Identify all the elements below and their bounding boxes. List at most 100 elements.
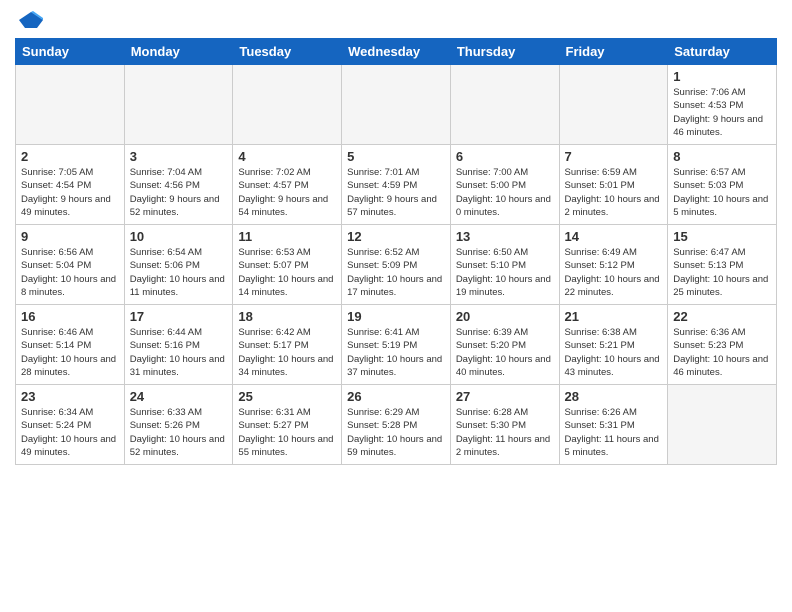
- calendar-week-row: 23 Sunrise: 6:34 AM Sunset: 5:24 PM Dayli…: [16, 385, 777, 465]
- day-number: 15: [673, 229, 771, 244]
- calendar-week-row: 9 Sunrise: 6:56 AM Sunset: 5:04 PM Daylig…: [16, 225, 777, 305]
- table-row: 9 Sunrise: 6:56 AM Sunset: 5:04 PM Daylig…: [16, 225, 125, 305]
- table-row: 12 Sunrise: 6:52 AM Sunset: 5:09 PM Dayli…: [342, 225, 451, 305]
- table-row: 8Sunrise: 6:57 AM Sunset: 5:03 PM Daylig…: [668, 145, 777, 225]
- calendar-container: Sunday Monday Tuesday Wednesday Thursday…: [0, 0, 792, 475]
- day-number: 19: [347, 309, 445, 324]
- day-number: 2: [21, 149, 119, 164]
- table-row: 19 Sunrise: 6:41 AM Sunset: 5:19 PM Dayli…: [342, 305, 451, 385]
- table-row: 11 Sunrise: 6:53 AM Sunset: 5:07 PM Dayli…: [233, 225, 342, 305]
- col-sunday: Sunday: [16, 39, 125, 65]
- day-number: 5: [347, 149, 445, 164]
- table-row: 26 Sunrise: 6:29 AM Sunset: 5:28 PM Dayli…: [342, 385, 451, 465]
- day-number: 11: [238, 229, 336, 244]
- col-saturday: Saturday: [668, 39, 777, 65]
- day-number: 17: [130, 309, 228, 324]
- day-number: 10: [130, 229, 228, 244]
- day-number: 16: [21, 309, 119, 324]
- table-row: 16 Sunrise: 6:46 AM Sunset: 5:14 PM Dayli…: [16, 305, 125, 385]
- calendar-week-row: 2 Sunrise: 7:05 AM Sunset: 4:54 PM Daylig…: [16, 145, 777, 225]
- day-number: 8: [673, 149, 771, 164]
- day-info: Sunrise: 7:02 AM Sunset: 4:57 PM Dayligh…: [238, 166, 336, 219]
- day-info: Sunrise: 6:46 AM Sunset: 5:14 PM Dayligh…: [21, 326, 119, 379]
- day-info: Sunrise: 6:34 AM Sunset: 5:24 PM Dayligh…: [21, 406, 119, 459]
- col-wednesday: Wednesday: [342, 39, 451, 65]
- day-info: Sunrise: 6:59 AM Sunset: 5:01 PM Dayligh…: [565, 166, 663, 219]
- day-info: Sunrise: 7:05 AM Sunset: 4:54 PM Dayligh…: [21, 166, 119, 219]
- day-info: Sunrise: 6:41 AM Sunset: 5:19 PM Dayligh…: [347, 326, 445, 379]
- table-row: 17 Sunrise: 6:44 AM Sunset: 5:16 PM Dayli…: [124, 305, 233, 385]
- col-friday: Friday: [559, 39, 668, 65]
- day-number: 27: [456, 389, 554, 404]
- day-number: 1: [673, 69, 771, 84]
- table-row: 1 Sunrise: 7:06 AM Sunset: 4:53 PM Daylig…: [668, 65, 777, 145]
- table-row: 15 Sunrise: 6:47 AM Sunset: 5:13 PM Dayli…: [668, 225, 777, 305]
- day-number: 28: [565, 389, 663, 404]
- table-row: 7 Sunrise: 6:59 AM Sunset: 5:01 PM Daylig…: [559, 145, 668, 225]
- table-row: 14 Sunrise: 6:49 AM Sunset: 5:12 PM Dayli…: [559, 225, 668, 305]
- col-monday: Monday: [124, 39, 233, 65]
- day-info: Sunrise: 6:49 AM Sunset: 5:12 PM Dayligh…: [565, 246, 663, 299]
- table-row: 2 Sunrise: 7:05 AM Sunset: 4:54 PM Daylig…: [16, 145, 125, 225]
- table-row: 24 Sunrise: 6:33 AM Sunset: 5:26 PM Dayli…: [124, 385, 233, 465]
- day-info: Sunrise: 6:36 AM Sunset: 5:23 PM Dayligh…: [673, 326, 771, 379]
- calendar-table: Sunday Monday Tuesday Wednesday Thursday…: [15, 38, 777, 465]
- day-info: Sunrise: 6:38 AM Sunset: 5:21 PM Dayligh…: [565, 326, 663, 379]
- table-row: 25 Sunrise: 6:31 AM Sunset: 5:27 PM Dayli…: [233, 385, 342, 465]
- day-info: Sunrise: 7:06 AM Sunset: 4:53 PM Dayligh…: [673, 86, 771, 139]
- table-row: 6Sunrise: 7:00 AM Sunset: 5:00 PM Daylig…: [450, 145, 559, 225]
- table-row: 23 Sunrise: 6:34 AM Sunset: 5:24 PM Dayli…: [16, 385, 125, 465]
- day-info: Sunrise: 6:31 AM Sunset: 5:27 PM Dayligh…: [238, 406, 336, 459]
- table-row: 4 Sunrise: 7:02 AM Sunset: 4:57 PM Daylig…: [233, 145, 342, 225]
- day-info: Sunrise: 6:53 AM Sunset: 5:07 PM Dayligh…: [238, 246, 336, 299]
- day-number: 7: [565, 149, 663, 164]
- day-info: Sunrise: 6:47 AM Sunset: 5:13 PM Dayligh…: [673, 246, 771, 299]
- day-info: Sunrise: 6:42 AM Sunset: 5:17 PM Dayligh…: [238, 326, 336, 379]
- table-row: 10 Sunrise: 6:54 AM Sunset: 5:06 PM Dayli…: [124, 225, 233, 305]
- day-number: 18: [238, 309, 336, 324]
- day-number: 26: [347, 389, 445, 404]
- table-row: 20 Sunrise: 6:39 AM Sunset: 5:20 PM Dayli…: [450, 305, 559, 385]
- col-tuesday: Tuesday: [233, 39, 342, 65]
- calendar-week-row: 16 Sunrise: 6:46 AM Sunset: 5:14 PM Dayli…: [16, 305, 777, 385]
- day-number: 23: [21, 389, 119, 404]
- day-info: Sunrise: 6:52 AM Sunset: 5:09 PM Dayligh…: [347, 246, 445, 299]
- day-number: 12: [347, 229, 445, 244]
- day-number: 24: [130, 389, 228, 404]
- calendar-week-row: 1 Sunrise: 7:06 AM Sunset: 4:53 PM Daylig…: [16, 65, 777, 145]
- day-info: Sunrise: 6:39 AM Sunset: 5:20 PM Dayligh…: [456, 326, 554, 379]
- table-row: 27 Sunrise: 6:28 AM Sunset: 5:30 PM Dayli…: [450, 385, 559, 465]
- day-info: Sunrise: 7:00 AM Sunset: 5:00 PM Dayligh…: [456, 166, 554, 219]
- calendar-header-row: Sunday Monday Tuesday Wednesday Thursday…: [16, 39, 777, 65]
- col-thursday: Thursday: [450, 39, 559, 65]
- day-number: 25: [238, 389, 336, 404]
- day-number: 13: [456, 229, 554, 244]
- table-row: [668, 385, 777, 465]
- table-row: 3 Sunrise: 7:04 AM Sunset: 4:56 PM Daylig…: [124, 145, 233, 225]
- day-info: Sunrise: 7:04 AM Sunset: 4:56 PM Dayligh…: [130, 166, 228, 219]
- day-number: 20: [456, 309, 554, 324]
- day-info: Sunrise: 6:33 AM Sunset: 5:26 PM Dayligh…: [130, 406, 228, 459]
- table-row: 5 Sunrise: 7:01 AM Sunset: 4:59 PM Daylig…: [342, 145, 451, 225]
- table-row: 18 Sunrise: 6:42 AM Sunset: 5:17 PM Dayli…: [233, 305, 342, 385]
- day-info: Sunrise: 7:01 AM Sunset: 4:59 PM Dayligh…: [347, 166, 445, 219]
- table-row: 21Sunrise: 6:38 AM Sunset: 5:21 PM Dayli…: [559, 305, 668, 385]
- day-info: Sunrise: 6:28 AM Sunset: 5:30 PM Dayligh…: [456, 406, 554, 459]
- calendar-header: [15, 10, 777, 30]
- day-number: 3: [130, 149, 228, 164]
- day-number: 22: [673, 309, 771, 324]
- day-info: Sunrise: 6:56 AM Sunset: 5:04 PM Dayligh…: [21, 246, 119, 299]
- day-number: 4: [238, 149, 336, 164]
- logo: [15, 10, 45, 30]
- table-row: [124, 65, 233, 145]
- day-info: Sunrise: 6:54 AM Sunset: 5:06 PM Dayligh…: [130, 246, 228, 299]
- table-row: [233, 65, 342, 145]
- table-row: 22 Sunrise: 6:36 AM Sunset: 5:23 PM Dayli…: [668, 305, 777, 385]
- day-info: Sunrise: 6:44 AM Sunset: 5:16 PM Dayligh…: [130, 326, 228, 379]
- logo-icon: [17, 10, 45, 30]
- day-number: 9: [21, 229, 119, 244]
- table-row: [559, 65, 668, 145]
- day-info: Sunrise: 6:29 AM Sunset: 5:28 PM Dayligh…: [347, 406, 445, 459]
- table-row: [450, 65, 559, 145]
- day-number: 14: [565, 229, 663, 244]
